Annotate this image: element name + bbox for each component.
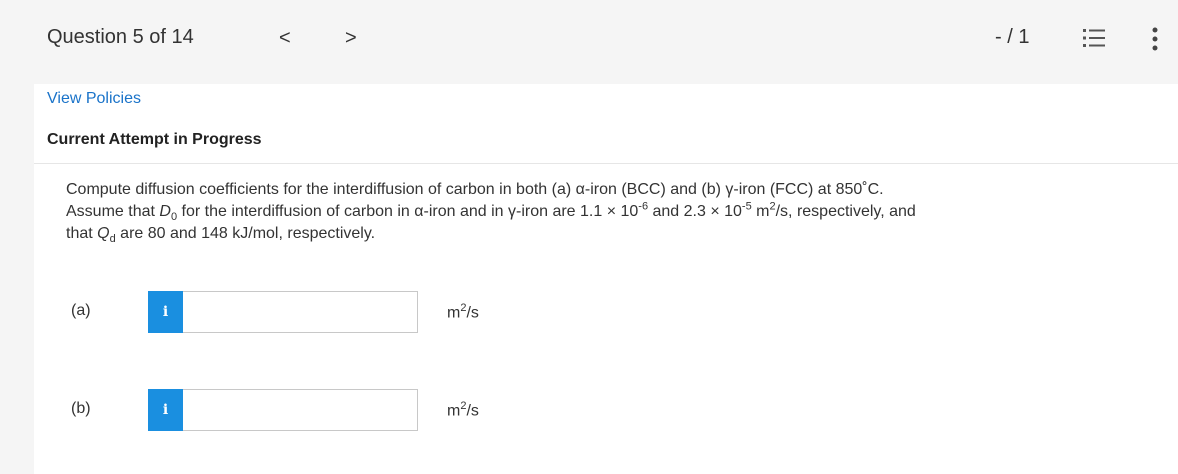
question-header: Question 5 of 14 < > - / 1 bbox=[0, 0, 1178, 84]
score-display: - / 1 bbox=[995, 26, 1030, 48]
more-vertical-icon[interactable] bbox=[1148, 26, 1162, 52]
question-panel: View Policies Current Attempt in Progres… bbox=[34, 84, 1178, 474]
next-question-button[interactable]: > bbox=[345, 26, 357, 50]
part-label: (a) bbox=[71, 302, 91, 319]
question-line-2: Assume that D0 for the interdiffusion of… bbox=[66, 200, 916, 224]
unit-label: m2/s bbox=[447, 400, 479, 420]
divider bbox=[34, 163, 1178, 164]
question-text: Compute diffusion coefficients for the i… bbox=[66, 179, 1166, 245]
question-line-3: that Qd are 80 and 148 kJ/mol, respectiv… bbox=[66, 225, 376, 246]
answer-row-a: (a) i m2/s bbox=[34, 290, 1178, 334]
view-policies-link[interactable]: View Policies bbox=[47, 90, 141, 108]
part-label: (b) bbox=[71, 400, 91, 417]
answer-input-a[interactable] bbox=[183, 291, 418, 333]
list-icon[interactable] bbox=[1083, 28, 1105, 48]
attempt-status: Current Attempt in Progress bbox=[47, 131, 262, 148]
previous-question-button[interactable]: < bbox=[279, 26, 291, 50]
answer-row-b: (b) i m2/s bbox=[34, 388, 1178, 432]
answer-input-b[interactable] bbox=[183, 389, 418, 431]
question-line-1: Compute diffusion coefficients for the i… bbox=[66, 181, 884, 198]
info-icon[interactable]: i bbox=[148, 291, 183, 333]
info-icon[interactable]: i bbox=[148, 389, 183, 431]
question-counter: Question 5 of 14 bbox=[47, 26, 194, 48]
unit-label: m2/s bbox=[447, 302, 479, 322]
